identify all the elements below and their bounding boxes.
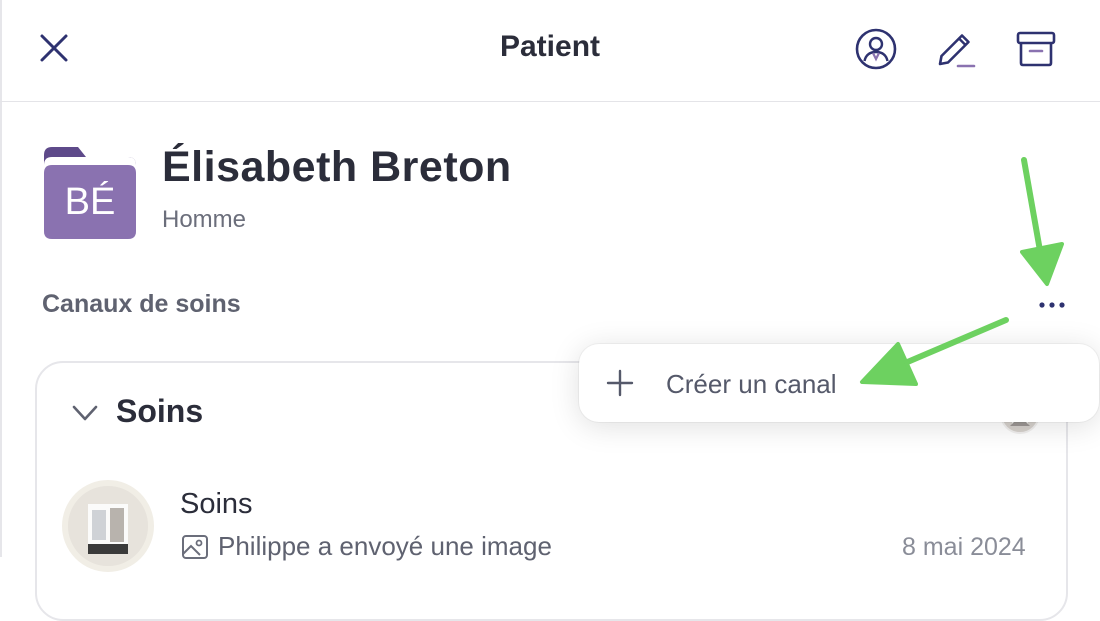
last-message-preview: Philippe a envoyé une image [218, 531, 552, 561]
channel-avatar [62, 480, 154, 572]
panel-header: Patient [0, 0, 1100, 102]
last-message-date: 8 mai 2024 [902, 533, 1026, 561]
annotation-arrow-down-icon [1020, 157, 1064, 286]
section-label-care-channels: Canaux de soins [42, 290, 241, 318]
more-options-menu: Créer un canal [579, 344, 1099, 422]
chevron-down-icon[interactable] [70, 398, 100, 428]
channel-title: Soins [180, 488, 253, 520]
menu-item-create-channel[interactable]: Créer un canal [579, 344, 1099, 422]
channel-group-title[interactable]: Soins [116, 393, 203, 430]
patient-avatar: BÉ [42, 145, 138, 241]
user-circle-icon[interactable] [853, 26, 899, 72]
patient-name: Élisabeth Breton [162, 143, 512, 191]
archive-icon[interactable] [1013, 26, 1059, 72]
photo-thumbnail-icon [68, 486, 148, 566]
image-icon [182, 535, 208, 559]
patient-gender: Homme [162, 206, 247, 233]
plus-icon [606, 369, 634, 397]
avatar-initials: BÉ [64, 181, 116, 223]
pencil-icon[interactable] [932, 26, 978, 72]
menu-item-label: Créer un canal [666, 369, 837, 399]
more-horizontal-icon[interactable] [1030, 290, 1074, 320]
